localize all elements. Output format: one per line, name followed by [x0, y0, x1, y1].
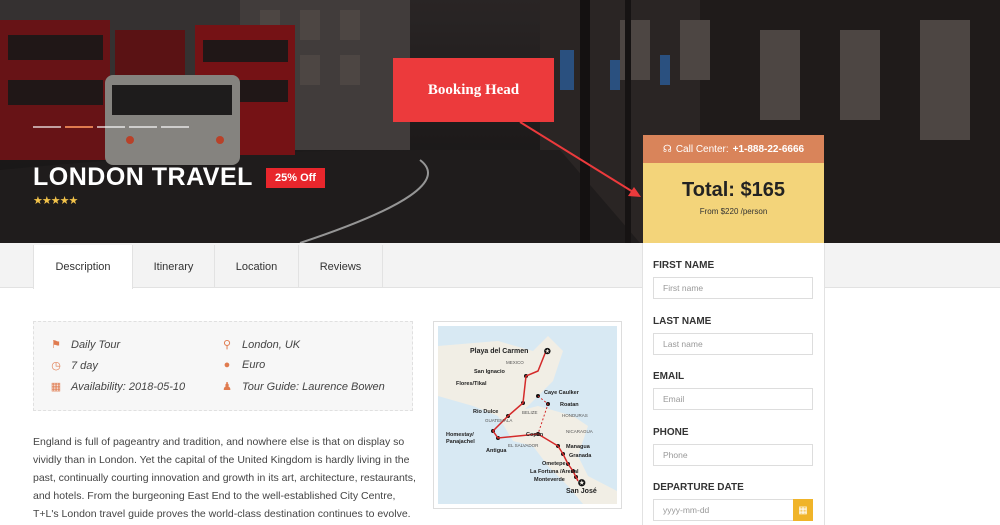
departure-date-input[interactable]: yyyy-mm-dd [653, 499, 813, 521]
info-location: ⚲ London, UK [222, 338, 301, 352]
headset-icon: ☊ [662, 143, 672, 155]
total-box: Total: $165 From $220 /person [643, 163, 824, 243]
last-name-label: LAST NAME [653, 316, 712, 327]
map-label-monteverde: Monteverde [534, 477, 565, 483]
route-map[interactable]: ✪ ✪ Playa del Carmen MEXICO San Ignacio … [433, 321, 622, 509]
call-center-label: Call Center: [675, 143, 729, 155]
map-label-guatemala: GUATEMALA [485, 418, 512, 423]
flag-icon: ⚑ [51, 339, 61, 351]
call-center-phone[interactable]: +1-888-22-6666 [733, 144, 804, 155]
first-name-input[interactable]: First name [653, 277, 813, 299]
slider-dot-active[interactable] [65, 126, 93, 128]
slider-dot[interactable] [161, 126, 189, 128]
tab-itinerary[interactable]: Itinerary [133, 245, 215, 288]
map-label-caye: Caye Caulker [544, 390, 580, 396]
svg-text:✪: ✪ [543, 347, 551, 356]
map-label-san-jose: San José [566, 488, 597, 495]
calendar-icon: ▦ [50, 381, 62, 393]
clock-icon: ◷ [51, 360, 61, 372]
svg-text:✪: ✪ [577, 478, 586, 488]
calendar-icon: ▦ [798, 504, 808, 516]
rating-stars: ★★★★★ [33, 195, 78, 207]
map-label-rio-dulce: Rio Dulce [473, 409, 498, 415]
email-label: EMAIL [653, 371, 685, 382]
map-label-managua: Managua [566, 444, 591, 450]
price-per-person: From $220 /person [699, 207, 768, 216]
booking-border-right [824, 243, 825, 525]
slider-dot[interactable] [129, 126, 157, 128]
last-name-input[interactable]: Last name [653, 333, 813, 355]
user-icon: ♟ [222, 381, 232, 393]
phone-label: PHONE [653, 427, 689, 438]
map-label-mexico: MEXICO [506, 360, 524, 365]
annotation-label: Booking Head [393, 58, 554, 122]
map-label-honduras: HONDURAS [562, 413, 588, 418]
booking-panel: ☊ Call Center: +1-888-22-6666 Total: $16… [643, 135, 824, 525]
map-label-antigua: Antigua [486, 448, 507, 454]
slider-dot[interactable] [33, 126, 61, 128]
tour-info-box: ⚑ Daily Tour ◷ 7 day ▦ Availability: 201… [33, 321, 413, 411]
info-tour-type: ⚑ Daily Tour [51, 338, 121, 352]
globe-icon: ● [223, 359, 231, 371]
first-name-label: FIRST NAME [653, 260, 715, 271]
map-label-roatan: Roatan [560, 402, 579, 408]
map-label-nicaragua: NICARAGUA [566, 429, 593, 434]
tour-description: England is full of pageantry and traditi… [33, 436, 416, 520]
map-label-la-fortuna: La Fortuna /Arenal [530, 469, 579, 475]
page: LONDON TRAVEL 25% Off ★★★★★ Booking Head… [0, 0, 1000, 525]
info-duration: ◷ 7 day [51, 359, 98, 373]
email-input[interactable]: Email [653, 388, 813, 410]
map-label-playa: Playa del Carmen [470, 348, 528, 355]
tab-reviews[interactable]: Reviews [299, 245, 383, 288]
map-label-copan: Copán [526, 432, 544, 438]
info-availability: ▦ Availability: 2018-05-10 [50, 380, 186, 394]
call-center-bar: ☊ Call Center: +1-888-22-6666 [643, 135, 824, 163]
phone-input[interactable]: Phone [653, 444, 813, 466]
info-currency: ● Euro [221, 359, 266, 371]
map-label-panajachel: Panajachel [446, 439, 475, 445]
tour-title: LONDON TRAVEL [33, 163, 253, 191]
map-pin-icon: ⚲ [222, 339, 232, 351]
map-label-flores: Flores/Tikal [456, 381, 487, 387]
route-map-image: ✪ ✪ Playa del Carmen MEXICO San Ignacio … [438, 326, 617, 504]
departure-date-label: DEPARTURE DATE [653, 482, 744, 493]
calendar-picker-button[interactable]: ▦ [793, 499, 813, 521]
info-guide: ♟ Tour Guide: Laurence Bowen [222, 380, 385, 394]
slider-dot[interactable] [97, 126, 125, 128]
total-price: Total: $165 [682, 179, 785, 201]
discount-badge: 25% Off [266, 168, 325, 188]
tab-location[interactable]: Location [215, 245, 299, 288]
map-label-granada: Granada [569, 453, 592, 459]
map-label-san-ignacio: San Ignacio [474, 369, 506, 375]
tab-description[interactable]: Description [33, 245, 133, 289]
map-label-belize: BELIZE [522, 410, 538, 415]
map-label-el-salvador: EL SALVADOR [508, 443, 539, 448]
map-label-ometepe: Ometepe [542, 461, 566, 467]
slider-dots [33, 126, 189, 128]
map-label-homestay: Homestay/ [446, 432, 474, 438]
